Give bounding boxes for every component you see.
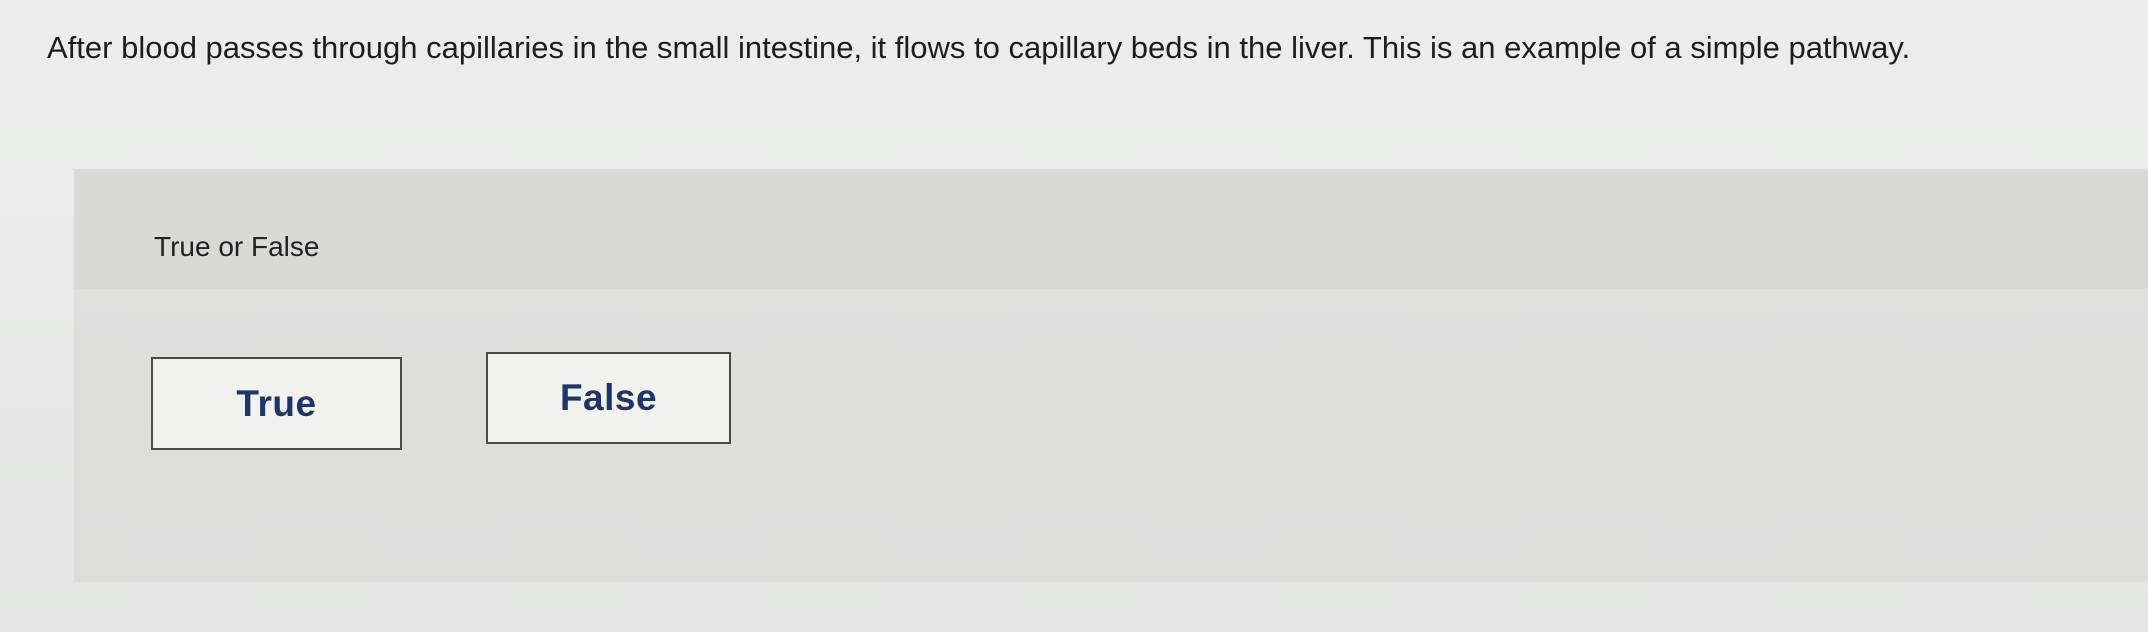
true-button[interactable]: True [151, 357, 402, 450]
false-button[interactable]: False [486, 352, 731, 444]
answer-prompt: True or False [154, 231, 320, 262]
answer-panel: True or False True False [74, 169, 2148, 582]
question-text: After blood passes through capillaries i… [47, 30, 1911, 65]
answer-panel-header [74, 169, 2148, 289]
